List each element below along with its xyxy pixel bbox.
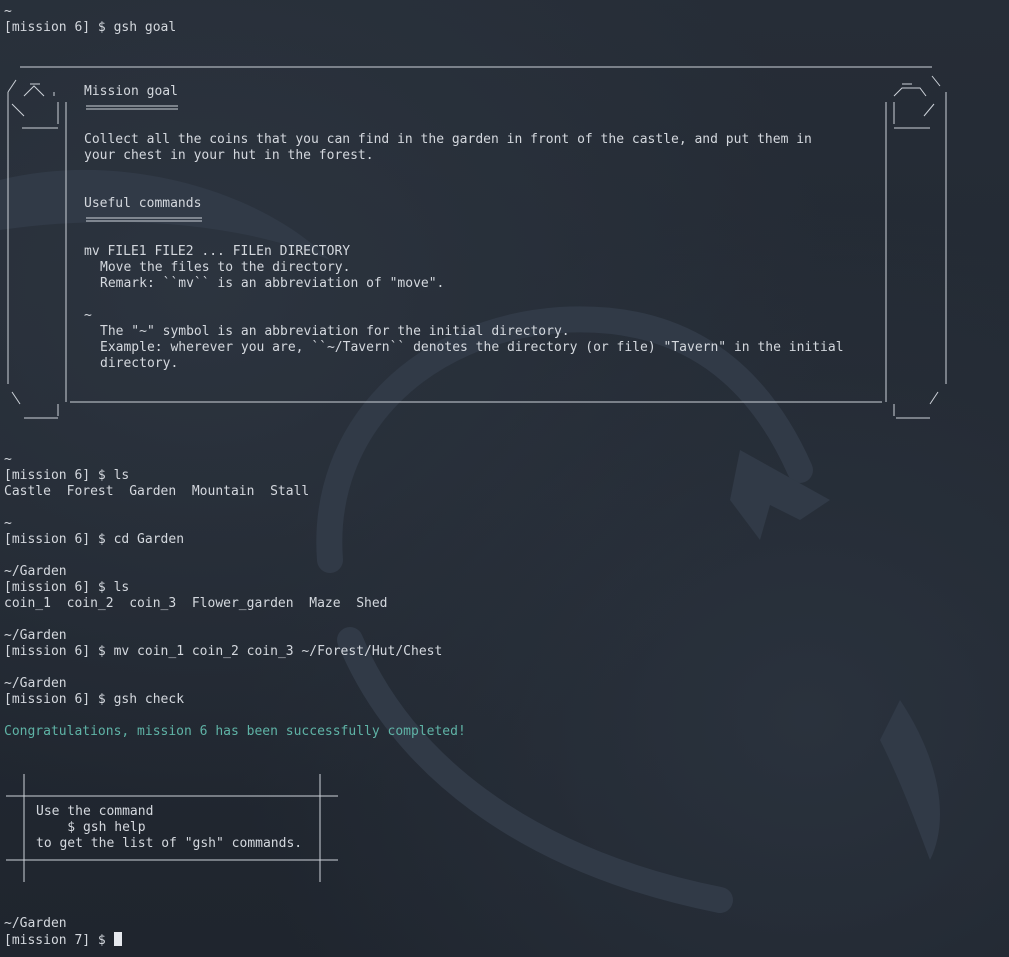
prompt: [mission 6] $ <box>4 532 114 547</box>
prompt: [mission 6] $ <box>4 644 114 659</box>
prompt-line: [mission 6] $ ls <box>4 468 129 484</box>
help-box <box>6 774 338 882</box>
ls-output-home: Castle Forest Garden Mountain Stall <box>4 484 310 499</box>
prompt: [mission 7] $ <box>4 933 114 948</box>
cwd-line: ~/Garden <box>4 676 67 691</box>
command-text: mv coin_1 coin_2 coin_3 ~/Forest/Hut/Che… <box>113 644 443 659</box>
cwd-line: ~/Garden <box>4 916 67 931</box>
prompt-line: [mission 6] $ mv coin_1 coin_2 coin_3 ~/… <box>4 644 442 660</box>
prompt: [mission 6] $ <box>4 692 114 707</box>
mission-goal-scroll <box>7 66 947 419</box>
command-text: gsh check <box>113 692 185 707</box>
cwd-line: ~ <box>4 516 12 531</box>
command-text: ls <box>113 468 130 483</box>
command-text: cd Garden <box>113 532 185 547</box>
ls-output-garden: coin_1 coin_2 coin_3 Flower_garden Maze … <box>4 596 388 611</box>
cwd-line: ~/Garden <box>4 628 67 643</box>
prompt: [mission 6] $ <box>4 468 114 483</box>
cwd-line: ~/Garden <box>4 564 67 579</box>
terminal-output: ~ [mission 6] $ gsh goal Mission goal Co… <box>4 0 1009 957</box>
prompt: [mission 6] $ <box>4 580 114 595</box>
cwd-line: ~ <box>4 452 12 467</box>
prompt-line: [mission 6] $ ls <box>4 580 129 596</box>
command-text: ls <box>113 580 130 595</box>
text-cursor[interactable] <box>113 932 122 946</box>
active-prompt-line[interactable]: [mission 7] $ <box>4 932 122 948</box>
prompt-line: [mission 6] $ cd Garden <box>4 532 184 548</box>
prompt-line: [mission 6] $ gsh check <box>4 692 184 708</box>
success-message: Congratulations, mission 6 has been succ… <box>4 724 466 739</box>
